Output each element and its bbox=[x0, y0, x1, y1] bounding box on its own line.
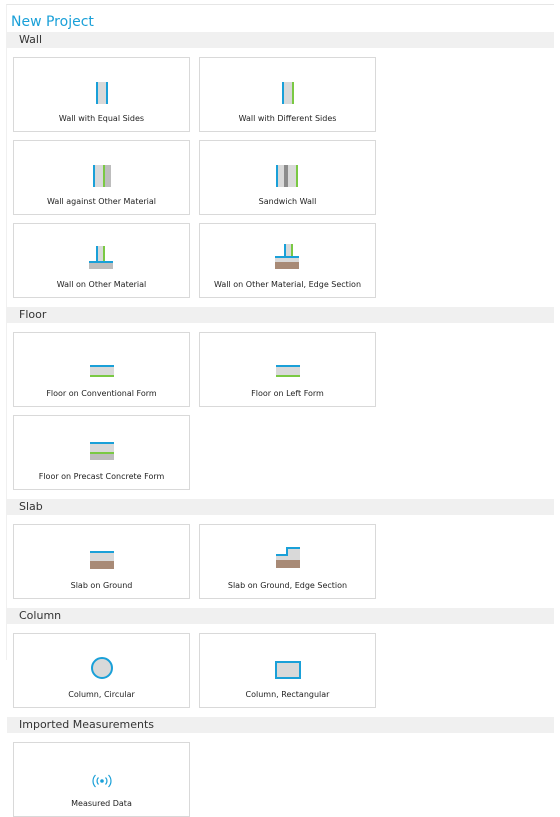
card-label: Column, Rectangular bbox=[245, 690, 330, 699]
wall-on-material-icon bbox=[82, 240, 122, 270]
card-floor-precast-form[interactable]: Floor on Precast Concrete Form bbox=[13, 415, 190, 490]
card-column-rectangular[interactable]: Column, Rectangular bbox=[199, 633, 376, 708]
wall-against-material-icon bbox=[82, 157, 122, 187]
card-label: Wall on Other Material, Edge Section bbox=[213, 280, 362, 289]
card-measured-data[interactable]: Measured Data bbox=[13, 742, 190, 817]
card-floor-conventional-form[interactable]: Floor on Conventional Form bbox=[13, 332, 190, 407]
card-floor-left-form[interactable]: Floor on Left Form bbox=[199, 332, 376, 407]
floor-precast-form-icon bbox=[82, 432, 122, 462]
card-label: Sandwich Wall bbox=[258, 197, 317, 206]
slab-on-ground-edge-icon bbox=[268, 541, 308, 571]
card-wall-equal-sides[interactable]: Wall with Equal Sides bbox=[13, 57, 190, 132]
floor-left-form-icon bbox=[268, 349, 308, 379]
card-label: Wall against Other Material bbox=[46, 197, 157, 206]
card-label: Slab on Ground bbox=[70, 581, 133, 590]
card-wall-on-material[interactable]: Wall on Other Material bbox=[13, 223, 190, 298]
card-slab-on-ground-edge[interactable]: Slab on Ground, Edge Section bbox=[199, 524, 376, 599]
card-wall-against-material[interactable]: Wall against Other Material bbox=[13, 140, 190, 215]
card-label: Floor on Conventional Form bbox=[46, 389, 157, 398]
wall-equal-sides-icon bbox=[82, 74, 122, 104]
section-header-floor: Floor bbox=[7, 307, 554, 323]
imported-cards: Measured Data bbox=[7, 733, 554, 817]
card-wall-different-sides[interactable]: Wall with Different Sides bbox=[199, 57, 376, 132]
card-slab-on-ground[interactable]: Slab on Ground bbox=[13, 524, 190, 599]
card-label: Measured Data bbox=[71, 799, 132, 808]
card-label: Wall on Other Material bbox=[56, 280, 147, 289]
section-header-wall: Wall bbox=[7, 32, 554, 48]
column-rectangular-icon bbox=[268, 650, 308, 680]
floor-cards: Floor on Conventional Form Floor on Left… bbox=[7, 323, 554, 490]
window-title: New Project bbox=[11, 14, 94, 30]
card-label: Column, Circular bbox=[68, 690, 135, 699]
card-label: Floor on Precast Concrete Form bbox=[38, 472, 165, 481]
new-project-window: New Project Wall Wall with Equal Sides W… bbox=[6, 4, 554, 817]
section-header-slab: Slab bbox=[7, 499, 554, 515]
section-header-column: Column bbox=[7, 608, 554, 624]
card-wall-on-material-edge[interactable]: Wall on Other Material, Edge Section bbox=[199, 223, 376, 298]
column-circular-icon bbox=[82, 650, 122, 680]
sandwich-wall-icon bbox=[268, 157, 308, 187]
column-cards: Column, Circular Column, Rectangular bbox=[7, 624, 554, 708]
wall-cards: Wall with Equal Sides Wall with Differen… bbox=[7, 48, 554, 298]
card-label: Slab on Ground, Edge Section bbox=[227, 581, 348, 590]
section-header-imported-measurements: Imported Measurements bbox=[7, 717, 554, 733]
floor-conventional-form-icon bbox=[82, 349, 122, 379]
measured-data-icon bbox=[82, 759, 122, 789]
wall-different-sides-icon bbox=[268, 74, 308, 104]
card-label: Floor on Left Form bbox=[251, 389, 324, 398]
card-column-circular[interactable]: Column, Circular bbox=[13, 633, 190, 708]
card-label: Wall with Different Sides bbox=[238, 114, 337, 123]
slab-cards: Slab on Ground Slab on Ground, Edge Sect… bbox=[7, 515, 554, 599]
card-label: Wall with Equal Sides bbox=[58, 114, 145, 123]
slab-on-ground-icon bbox=[82, 541, 122, 571]
card-sandwich-wall[interactable]: Sandwich Wall bbox=[199, 140, 376, 215]
wall-on-material-edge-icon bbox=[268, 240, 308, 270]
